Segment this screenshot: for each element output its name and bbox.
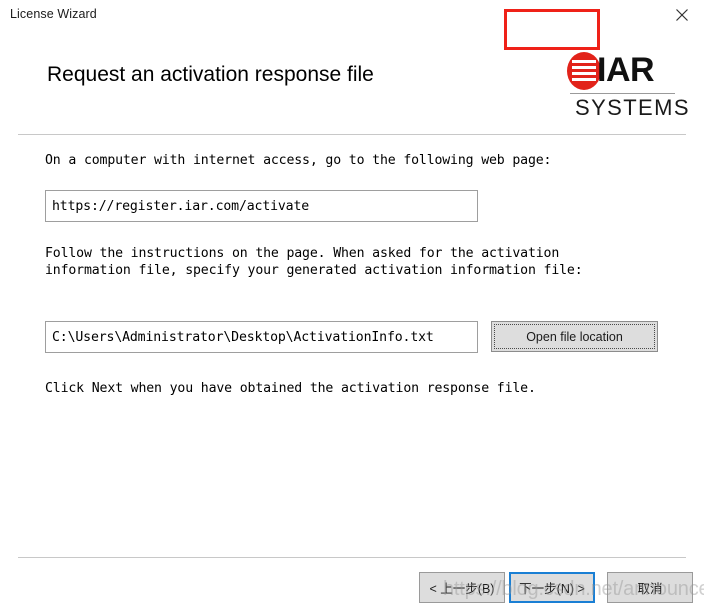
dialog-header: Request an activation response file IAR …: [0, 31, 704, 134]
activation-url-field[interactable]: https://register.iar.com/activate: [45, 190, 478, 222]
activation-info-file-field[interactable]: C:\Users\Administrator\Desktop\Activatio…: [45, 321, 478, 353]
window-title-bar: License Wizard: [0, 0, 704, 31]
iar-systems-logo: IAR SYSTEMS: [567, 51, 689, 121]
close-button[interactable]: [659, 0, 704, 30]
open-file-location-label: Open file location: [526, 329, 623, 344]
page-title: Request an activation response file: [47, 63, 374, 86]
logo-secondary-text: SYSTEMS: [575, 95, 690, 120]
window-title: License Wizard: [10, 7, 97, 21]
next-button[interactable]: 下一步(N) >: [509, 572, 595, 603]
next-hint-text: Click Next when you have obtained the ac…: [45, 381, 536, 396]
close-icon: [675, 8, 689, 22]
dialog-content: On a computer with internet access, go t…: [0, 135, 704, 557]
iar-logo-mark-icon: [567, 52, 601, 90]
logo-primary-text: IAR: [597, 51, 655, 89]
cancel-button[interactable]: 取消: [607, 572, 693, 603]
dialog-footer: < 上一步(B) 下一步(N) > 取消: [0, 558, 704, 610]
instruction-text: Follow the instructions on the page. Whe…: [45, 246, 583, 278]
intro-text: On a computer with internet access, go t…: [45, 153, 552, 168]
back-button[interactable]: < 上一步(B): [419, 572, 505, 603]
open-file-location-button[interactable]: Open file location: [491, 321, 658, 352]
logo-divider: [570, 93, 675, 94]
